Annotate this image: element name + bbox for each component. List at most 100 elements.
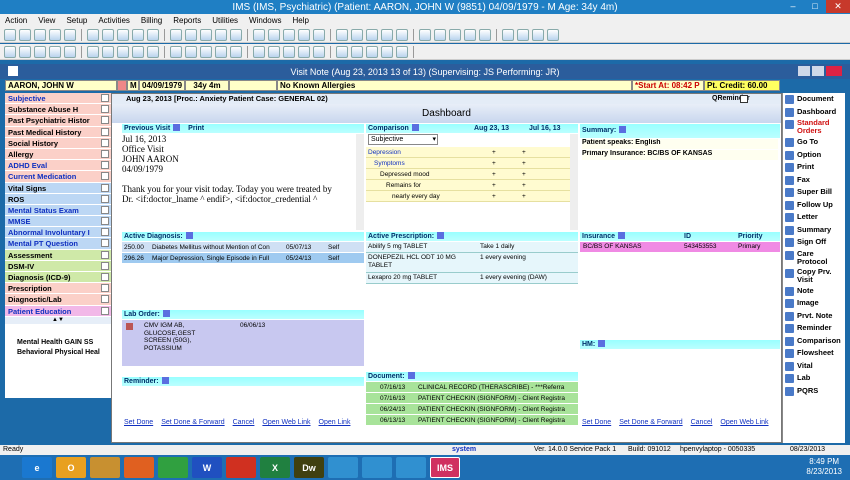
right-nav-copy-prv-visit[interactable]: Copy Prv. Visit: [783, 267, 845, 285]
toolbar-icon[interactable]: [34, 28, 46, 41]
taskbar-app-icon[interactable]: [328, 457, 358, 478]
toolbar-icon[interactable]: [351, 45, 363, 58]
toolbar-icon[interactable]: [170, 28, 182, 41]
filter-icon[interactable]: [407, 372, 415, 379]
taskbar-app-icon[interactable]: [124, 457, 154, 478]
toolbar-icon[interactable]: [102, 28, 114, 41]
toolbar-icon[interactable]: [351, 28, 363, 41]
scrollbar[interactable]: [356, 134, 364, 230]
left-nav-item[interactable]: Allergy: [5, 148, 111, 161]
right-nav-reminder[interactable]: Reminder: [783, 322, 845, 335]
left-nav-item[interactable]: Vital Signs: [5, 182, 111, 194]
scrollbar[interactable]: [570, 134, 578, 230]
toolbar-icon[interactable]: [479, 28, 491, 41]
close-icon[interactable]: [826, 66, 842, 76]
right-nav-image[interactable]: Image: [783, 297, 845, 310]
toolbar-icon[interactable]: [215, 28, 227, 41]
comparison-row[interactable]: Depressed mood + +: [366, 169, 570, 180]
left-nav-item[interactable]: Assessment: [5, 249, 111, 261]
toolbar-icon[interactable]: [532, 28, 544, 41]
filter-icon[interactable]: [437, 232, 445, 239]
filter-icon[interactable]: [618, 232, 626, 239]
right-nav-fax[interactable]: Fax: [783, 174, 845, 187]
taskbar-app-icon[interactable]: [396, 457, 426, 478]
taskbar-app-icon[interactable]: X: [260, 457, 290, 478]
filter-icon[interactable]: [619, 126, 627, 133]
nav-scroll-arrows[interactable]: ▲▼: [5, 316, 111, 324]
taskbar-app-icon[interactable]: [90, 457, 120, 478]
toolbar-icon[interactable]: [4, 28, 16, 41]
document-row[interactable]: 06/24/13 PATIENT CHECKIN (SIGNFORM) - Cli…: [366, 404, 578, 415]
right-nav-dashboard[interactable]: Dashboard: [783, 106, 845, 119]
comparison-row[interactable]: Depression + +: [366, 147, 570, 158]
left-nav-item[interactable]: Subjective: [5, 93, 111, 105]
toolbar-icon[interactable]: [283, 28, 295, 41]
print-link[interactable]: Print: [188, 125, 204, 132]
right-nav-sign-off[interactable]: Sign Off: [783, 236, 845, 249]
taskbar-app-icon[interactable]: e: [22, 457, 52, 478]
right-nav-prvt-note[interactable]: Prvt. Note: [783, 310, 845, 323]
toolbar-icon[interactable]: [132, 28, 144, 41]
menu-windows[interactable]: Windows: [249, 16, 281, 25]
menu-setup[interactable]: Setup: [66, 16, 87, 25]
toolbar-icon[interactable]: [268, 28, 280, 41]
toolbar-icon[interactable]: [381, 28, 393, 41]
menu-view[interactable]: View: [38, 16, 55, 25]
right-nav-note[interactable]: Note: [783, 285, 845, 298]
maximize-button[interactable]: □: [804, 0, 826, 13]
toolbar-icon[interactable]: [366, 28, 378, 41]
filter-icon[interactable]: [598, 340, 606, 347]
taskbar-app-icon[interactable]: [226, 457, 256, 478]
set-done-link[interactable]: Set Done: [124, 419, 153, 426]
left-nav-item[interactable]: Patient Education: [5, 305, 111, 317]
toolbar-icon[interactable]: [253, 45, 265, 58]
toolbar-icon[interactable]: [64, 45, 76, 58]
diagnosis-row[interactable]: 296.26 Major Depression, Single Episode i…: [122, 253, 364, 264]
minimize-icon[interactable]: [798, 66, 810, 76]
toolbar-icon[interactable]: [19, 28, 31, 41]
taskbar-app-icon[interactable]: [362, 457, 392, 478]
set-done-forward-link[interactable]: Set Done & Forward: [161, 419, 224, 426]
right-nav-vital[interactable]: Vital: [783, 360, 845, 373]
right-nav-go-to[interactable]: Go To: [783, 136, 845, 149]
insurance-row[interactable]: BC/BS OF KANSAS 543453553 Primary: [580, 242, 780, 252]
toolbar-icon[interactable]: [396, 28, 408, 41]
toolbar-icon[interactable]: [4, 45, 16, 58]
toolbar-icon[interactable]: [253, 28, 265, 41]
left-nav-item[interactable]: Diagnosis (ICD-9): [5, 272, 111, 284]
document-row[interactable]: 07/16/13 PATIENT CHECKIN (SIGNFORM) - Cli…: [366, 393, 578, 404]
left-nav-item[interactable]: ROS: [5, 193, 111, 205]
taskbar-app-icon[interactable]: [158, 457, 188, 478]
toolbar-icon[interactable]: [185, 45, 197, 58]
right-nav-option[interactable]: Option: [783, 149, 845, 162]
toolbar-icon[interactable]: [117, 28, 129, 41]
prescription-row[interactable]: Abilify 5 mg TABLET Take 1 daily: [366, 242, 578, 253]
right-nav-super-bill[interactable]: Super Bill: [783, 186, 845, 199]
toolbar-icon[interactable]: [336, 45, 348, 58]
right-nav-lab[interactable]: Lab: [783, 372, 845, 385]
toolbar-icon[interactable]: [64, 28, 76, 41]
comparison-select[interactable]: Subjective ▾: [368, 134, 438, 145]
toolbar-icon[interactable]: [268, 45, 280, 58]
toolbar-icon[interactable]: [132, 45, 144, 58]
toolbar-icon[interactable]: [313, 28, 325, 41]
right-nav-follow-up[interactable]: Follow Up: [783, 199, 845, 212]
open-web-link[interactable]: Open Web Link: [262, 419, 310, 426]
toolbar-icon[interactable]: [502, 28, 514, 41]
menu-activities[interactable]: Activities: [98, 16, 130, 25]
toolbar-icon[interactable]: [185, 28, 197, 41]
toolbar-icon[interactable]: [87, 45, 99, 58]
hm-set-done-link[interactable]: Set Done: [582, 419, 611, 426]
toolbar-icon[interactable]: [396, 45, 408, 58]
left-nav-item[interactable]: DSM-IV: [5, 260, 111, 272]
filter-icon[interactable]: [185, 232, 193, 239]
menu-help[interactable]: Help: [293, 16, 309, 25]
toolbar-icon[interactable]: [34, 45, 46, 58]
menu-utilities[interactable]: Utilities: [212, 16, 238, 25]
toolbar-icon[interactable]: [298, 28, 310, 41]
toolbar-icon[interactable]: [464, 28, 476, 41]
diagnosis-row[interactable]: 250.00 Diabetes Mellitus without Mention …: [122, 242, 364, 253]
toolbar-icon[interactable]: [170, 45, 182, 58]
left-nav-item[interactable]: Past Psychiatric Histor: [5, 115, 111, 127]
toolbar-icon[interactable]: [230, 45, 242, 58]
